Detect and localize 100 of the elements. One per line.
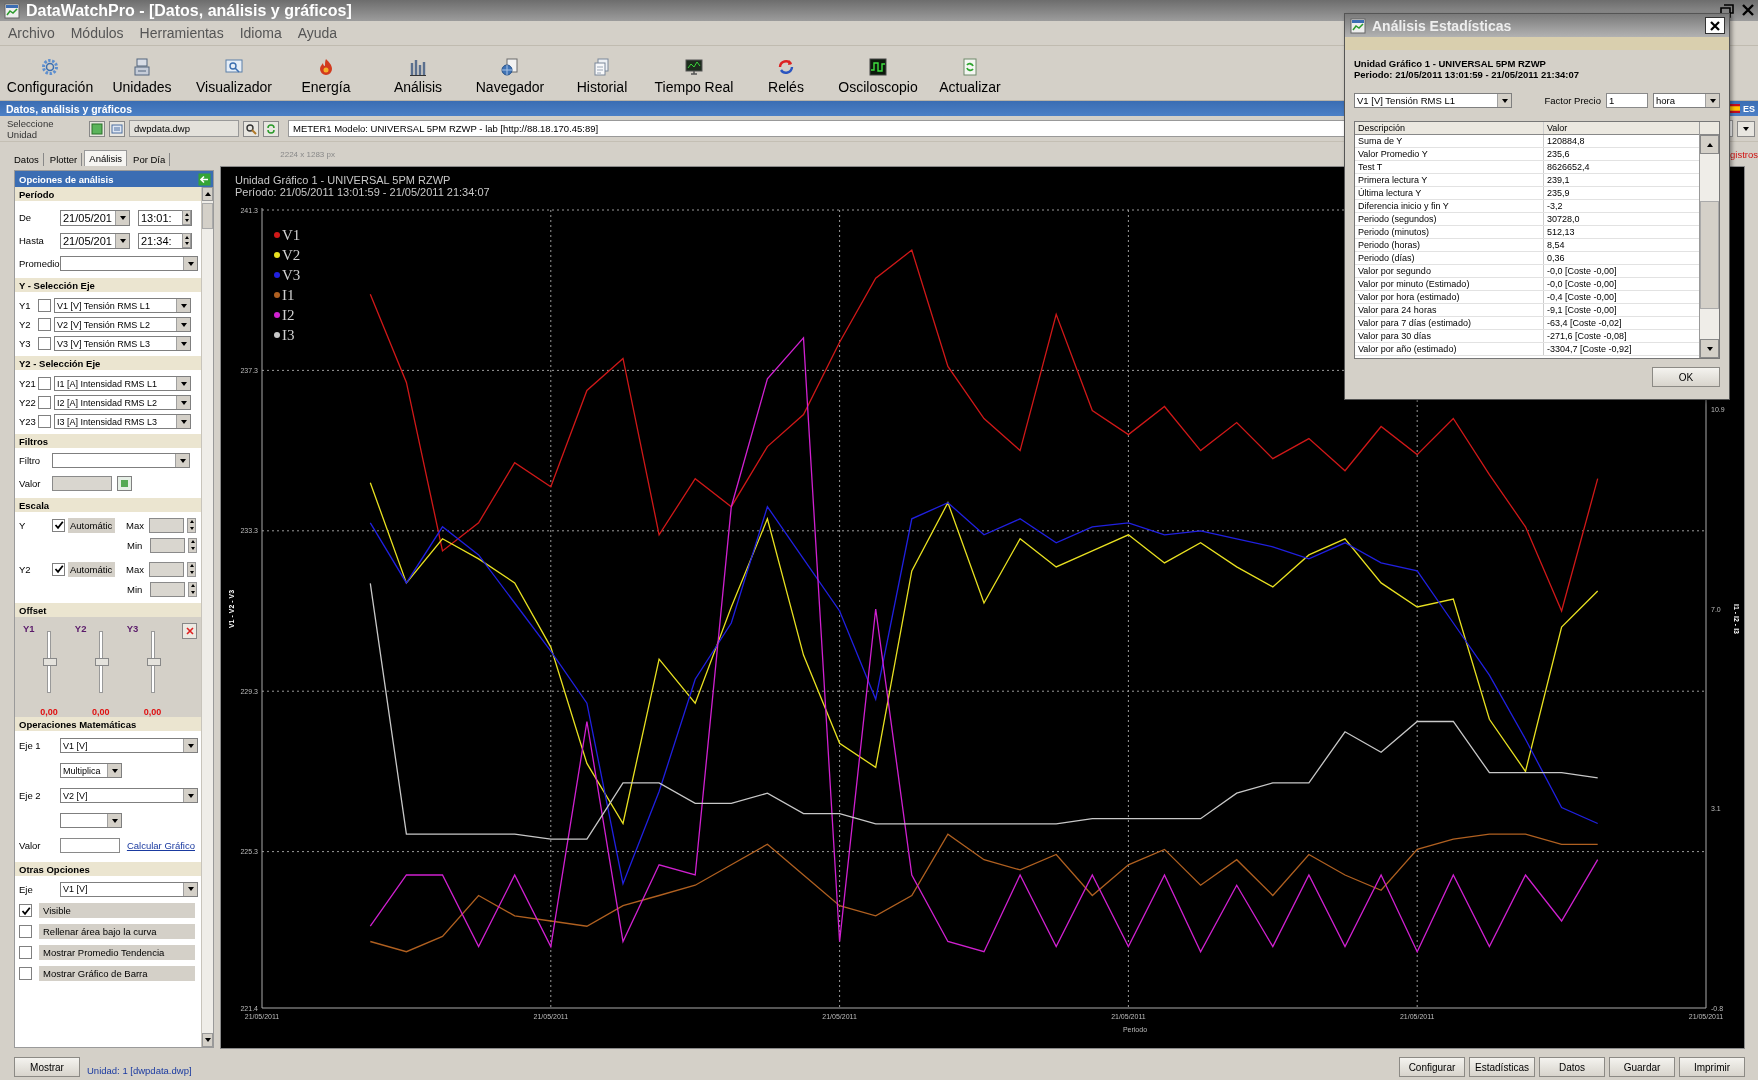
search-button[interactable] xyxy=(243,120,259,137)
checkbox-label: Mostrar Promedio Tendencia xyxy=(39,945,195,960)
menu-item[interactable]: Idioma xyxy=(239,25,282,41)
tab[interactable]: Datos xyxy=(10,153,44,166)
slider-thumb[interactable] xyxy=(42,658,57,666)
field-label: Valor xyxy=(19,478,42,489)
toolbar-button[interactable]: Unidades xyxy=(96,57,188,95)
toolbar-button[interactable]: Osciloscopio xyxy=(832,57,924,95)
checkbox[interactable] xyxy=(38,415,51,428)
input-field[interactable] xyxy=(60,838,120,853)
checkbox[interactable] xyxy=(19,904,32,917)
checkbox[interactable] xyxy=(19,967,32,980)
menu-item[interactable]: Herramientas xyxy=(139,25,224,41)
action-button[interactable]: Guardar xyxy=(1609,1057,1675,1077)
checkbox[interactable] xyxy=(52,518,65,532)
field-label: Min xyxy=(127,539,144,551)
scrollbar[interactable] xyxy=(1699,122,1719,358)
back-arrow-icon[interactable] xyxy=(198,172,211,186)
date-field[interactable]: 21/05/201 xyxy=(60,232,130,249)
dropdown[interactable]: V1 [V] Tensión RMS L1 xyxy=(54,298,191,313)
checkbox[interactable] xyxy=(38,337,51,350)
field-label: Promedio xyxy=(19,258,57,269)
unit-dropdown[interactable]: hora xyxy=(1653,93,1720,108)
toolbar-button[interactable]: Tiempo Real xyxy=(648,57,740,95)
dropdown[interactable]: V1 [V] xyxy=(60,881,198,897)
toolbar-button[interactable]: Actualizar xyxy=(924,57,1016,95)
show-button[interactable]: Mostrar xyxy=(14,1057,80,1077)
input-field[interactable] xyxy=(150,581,185,597)
checkbox[interactable] xyxy=(38,318,51,331)
tab[interactable]: Análisis xyxy=(84,150,128,166)
dropdown[interactable]: I1 [A] Intensidad RMS L1 xyxy=(54,376,191,391)
checkbox[interactable] xyxy=(38,377,51,390)
dropdown[interactable]: V2 [V] Tensión RMS L2 xyxy=(54,317,191,332)
checkbox[interactable] xyxy=(19,925,32,938)
scrollbar[interactable] xyxy=(201,187,213,1047)
connect-button[interactable] xyxy=(89,120,105,137)
dropdown[interactable]: Multiplica xyxy=(60,763,122,778)
action-button[interactable]: Imprimir xyxy=(1679,1057,1745,1077)
dropdown[interactable]: V2 [V] xyxy=(60,788,198,803)
toolbar-button[interactable]: Historial xyxy=(556,57,648,95)
dropdown[interactable]: V3 [V] Tensión RMS L3 xyxy=(54,336,191,351)
ok-button[interactable]: OK xyxy=(1652,367,1720,387)
time-field[interactable]: 21:34: xyxy=(138,232,192,249)
field-label: Y23 xyxy=(19,416,35,427)
reset-button[interactable] xyxy=(182,623,197,639)
input-field[interactable] xyxy=(149,561,184,577)
toolbar-button[interactable]: Relés xyxy=(740,57,832,95)
menu-item[interactable]: Ayuda xyxy=(297,25,338,41)
input-field[interactable] xyxy=(52,476,112,491)
tab[interactable]: Por Día xyxy=(129,153,171,166)
action-button[interactable]: Datos xyxy=(1539,1057,1605,1077)
field-label: Y22 xyxy=(19,397,35,408)
checkbox[interactable] xyxy=(38,299,51,312)
close-button[interactable] xyxy=(1705,17,1725,34)
dropdown[interactable]: I3 [A] Intensidad RMS L3 xyxy=(54,414,191,429)
dropdown[interactable]: V1 [V] xyxy=(60,738,198,753)
spinner[interactable] xyxy=(188,581,197,597)
action-button[interactable]: Configurar xyxy=(1399,1057,1465,1077)
checkbox[interactable] xyxy=(38,396,51,409)
table-cell: Valor por año (estimado) xyxy=(1355,343,1544,355)
tab[interactable]: Plotter xyxy=(45,153,83,166)
slider-thumb[interactable] xyxy=(94,658,109,666)
spinner[interactable] xyxy=(187,561,196,577)
section-heading: Período xyxy=(15,187,201,201)
caret-icon xyxy=(187,261,194,266)
dropdown[interactable] xyxy=(60,813,122,828)
list-button[interactable] xyxy=(109,120,125,137)
time-field[interactable]: 13:01: xyxy=(138,209,192,226)
spinner[interactable] xyxy=(187,517,196,533)
calculate-link[interactable]: Calcular Gráfico xyxy=(126,840,195,851)
slider-thumb[interactable] xyxy=(146,658,161,666)
dropdown[interactable] xyxy=(60,256,198,271)
input-field[interactable] xyxy=(150,537,185,553)
records-link[interactable]: gistros xyxy=(1730,148,1758,160)
price-field[interactable]: 1 xyxy=(1606,93,1648,108)
toolbar-button[interactable]: Navegador xyxy=(464,57,556,95)
table-cell-text: 0,36 xyxy=(1546,252,1566,264)
input-field[interactable] xyxy=(149,517,184,533)
toolbar-button[interactable]: Configuración xyxy=(4,57,96,95)
file-field[interactable]: dwpdata.dwp xyxy=(129,120,239,137)
action-button[interactable]: Estadísticas xyxy=(1469,1057,1535,1077)
toolbar-button[interactable]: Energía xyxy=(280,57,372,95)
spinner[interactable] xyxy=(182,233,191,248)
checkbox[interactable] xyxy=(52,562,65,576)
toolbar-button[interactable]: Análisis xyxy=(372,57,464,95)
unit-link[interactable]: Unidad: 1 [dwpdata.dwp] xyxy=(87,1065,192,1076)
date-field[interactable]: 21/05/201 xyxy=(60,209,130,226)
dropdown[interactable]: I2 [A] Intensidad RMS L2 xyxy=(54,395,191,410)
checkbox[interactable] xyxy=(19,946,32,959)
dropdown[interactable] xyxy=(52,453,190,468)
close-icon[interactable] xyxy=(1741,2,1755,17)
menu-item[interactable]: Archivo xyxy=(8,25,55,41)
chart-subtitle: Período: 21/05/2011 13:01:59 - 21/05/2011 21:34:07 xyxy=(235,186,490,198)
dropdown-button[interactable] xyxy=(1737,120,1755,137)
toolbar-button[interactable]: Visualizador xyxy=(188,57,280,95)
table-cell: Periodo (segundos) xyxy=(1355,213,1544,225)
channel-dropdown[interactable]: V1 [V] Tensión RMS L1 xyxy=(1354,93,1512,108)
spinner[interactable] xyxy=(188,537,197,553)
menu-item[interactable]: Módulos xyxy=(70,25,124,41)
spinner[interactable] xyxy=(182,210,191,225)
